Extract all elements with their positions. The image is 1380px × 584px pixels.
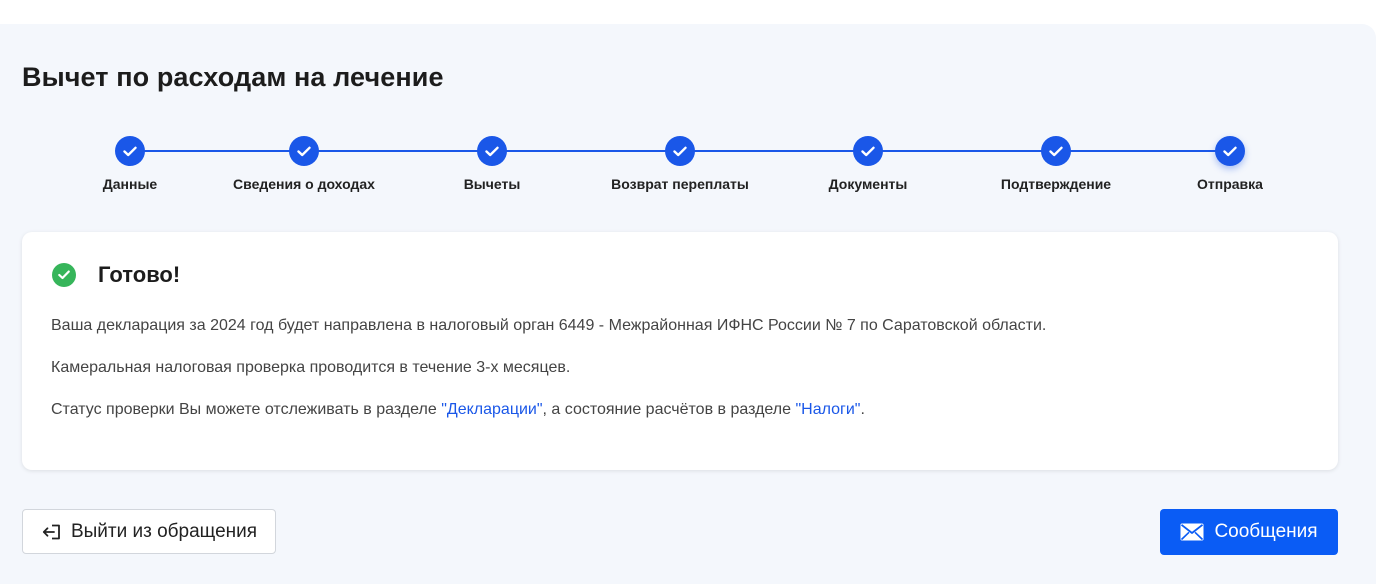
taxes-link[interactable]: "Налоги": [795, 401, 860, 418]
step-documents: Документы: [768, 136, 968, 192]
check-icon: [665, 136, 695, 166]
messages-label: Сообщения: [1214, 521, 1318, 542]
check-icon: [115, 136, 145, 166]
step-confirmation: Подтверждение: [956, 136, 1156, 192]
declarations-link[interactable]: "Декларации": [441, 401, 542, 418]
step-label: Данные: [102, 176, 158, 192]
step-deductions: Вычеты: [392, 136, 592, 192]
result-header: Готово!: [52, 262, 180, 288]
check-icon: [289, 136, 319, 166]
exit-icon: [41, 523, 61, 541]
result-message-status: Статус проверки Вы можете отслеживать в …: [51, 401, 865, 419]
status-text-prefix: Статус проверки Вы можете отслеживать в …: [51, 401, 442, 418]
step-data: Данные: [30, 136, 230, 192]
result-message-audit: Камеральная налоговая проверка проводитс…: [51, 359, 571, 376]
messages-button[interactable]: Сообщения: [1160, 509, 1338, 555]
envelope-icon: [1180, 523, 1204, 541]
check-icon: [1215, 136, 1245, 166]
result-message-recipient: Ваша декларация за 2024 год будет направ…: [51, 317, 1047, 334]
check-icon: [853, 136, 883, 166]
status-text-middle: , а состояние расчётов в разделе: [542, 401, 796, 418]
result-card: Готово! Ваша декларация за 2024 год буде…: [22, 232, 1338, 470]
page-title: Вычет по расходам на лечение: [22, 62, 444, 92]
step-sending: Отправка: [1130, 136, 1330, 192]
step-label: Вычеты: [463, 176, 521, 192]
progress-stepper: Данные Сведения о доходах Вычеты Возврат…: [0, 136, 1380, 206]
exit-request-button[interactable]: Выйти из обращения: [22, 509, 276, 554]
success-check-icon: [52, 263, 76, 287]
exit-request-label: Выйти из обращения: [70, 520, 258, 542]
result-title: Готово!: [98, 262, 181, 287]
step-label: Документы: [828, 176, 908, 192]
status-text-suffix: .: [860, 401, 865, 418]
step-label: Отправка: [1197, 176, 1263, 192]
step-label: Возврат переплаты: [611, 176, 749, 192]
step-income: Сведения о доходах: [204, 136, 404, 192]
check-icon: [477, 136, 507, 166]
check-icon: [1041, 136, 1071, 166]
step-label: Подтверждение: [1000, 176, 1112, 192]
step-refund: Возврат переплаты: [580, 136, 780, 192]
step-label: Сведения о доходах: [233, 176, 375, 192]
